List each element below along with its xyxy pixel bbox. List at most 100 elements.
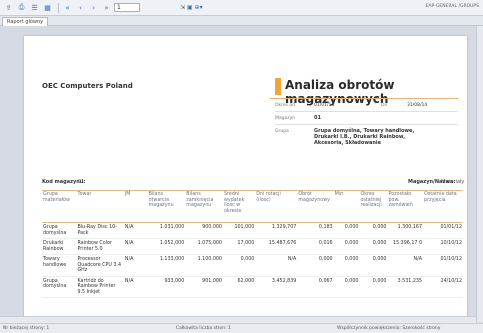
table-row[interactable]: Grupa domyślna Blu-Ray Disc 10-Pack N/A … xyxy=(42,222,463,239)
cell-min: 0,000 xyxy=(333,254,360,277)
cell-turnover: 0,067 xyxy=(297,276,334,298)
table-row[interactable]: Grupa domyślna Kartridż do Rainbow Print… xyxy=(42,276,463,298)
col-header[interactable]: Ostatnia data przyjęcia xyxy=(423,190,463,223)
cell-period: 0,000 xyxy=(359,238,388,255)
cell-min: 0,000 xyxy=(333,276,360,298)
cell-turnover: 0,016 xyxy=(297,238,334,255)
cell-rotation-days: N/A xyxy=(255,254,298,277)
date-from-label: Okres od xyxy=(275,103,296,108)
cell-group: Towary handlowe xyxy=(42,254,77,277)
turnover-table: Grupa materiałów Towar JM Bilans otwarci… xyxy=(42,190,463,298)
cell-last-date: 01/10/12 xyxy=(423,254,463,277)
cell-closing: 1.100,000 xyxy=(185,254,223,277)
cell-avg-issue: 101,000 xyxy=(222,222,256,239)
status-total-pages: Całkowita liczba stron: 1 xyxy=(176,326,231,331)
resize-icon[interactable]: ⇲ xyxy=(180,4,185,11)
cell-remaining: 3.531,235 xyxy=(387,276,424,298)
meta-divider xyxy=(275,124,458,125)
cell-closing: 1.075,000 xyxy=(185,238,223,255)
toolbar-tools: ⇲ ▣ ⊕▾ xyxy=(180,4,203,11)
cell-item: Rainbow Color Printer 5.0 xyxy=(76,238,124,255)
col-header[interactable]: Bilans otwarcia magazynu xyxy=(147,190,186,223)
groups-value: Grupa domyślna, Towary handlowe, Drukark… xyxy=(314,128,415,146)
cell-period: 0,000 xyxy=(359,222,388,239)
col-header[interactable]: Bilans zamknięcia magazynu xyxy=(185,190,223,223)
cell-turnover: 0,183 xyxy=(297,222,334,239)
col-header[interactable]: Min xyxy=(333,190,360,223)
cell-avg-issue: 62,000 xyxy=(222,276,256,298)
date-to-label: Do xyxy=(381,103,388,108)
cell-item: Blu-Ray Disc 10-Pack xyxy=(76,222,124,239)
binoculars-icon[interactable]: ▣ xyxy=(187,4,193,11)
meta-divider xyxy=(275,111,458,112)
previous-page-icon[interactable]: ‹ xyxy=(75,2,86,13)
zoom-icon[interactable]: ⊕▾ xyxy=(195,4,203,11)
date-to-value: 31/08/14 xyxy=(407,103,428,108)
report-toolbar: ⇪ ⎙ ☰ ▦ « ‹ › » 1 ⇲ ▣ ⊕▾ EAP-GENERAL /GR… xyxy=(0,0,483,16)
col-header[interactable]: Okres ostatniej realizacji xyxy=(359,190,388,223)
cell-group: Drukarki Rainbow xyxy=(42,238,77,255)
table-row[interactable]: Towary handlowe Processor Quadcore CPU 3… xyxy=(42,254,463,277)
col-header[interactable]: Pozostało pow. zamówień xyxy=(387,190,424,223)
cell-avg-issue: 0,000 xyxy=(222,254,256,277)
horizontal-scrollbar[interactable] xyxy=(0,316,476,323)
cell-item: Processor Quadcore CPU 3.4 GHz xyxy=(76,254,124,277)
cell-avg-issue: 17,000 xyxy=(222,238,256,255)
cell-opening: 1.031,000 xyxy=(147,222,186,239)
table-row[interactable]: Drukarki Rainbow Rainbow Color Printer 5… xyxy=(42,238,463,255)
report-page: OEC Computers Poland Analiza obrotów mag… xyxy=(24,36,467,318)
page-number-input[interactable]: 1 xyxy=(114,3,140,12)
cell-unit: N/A xyxy=(123,254,148,277)
status-current-page: Nr bieżącej strony: 1 xyxy=(3,326,50,331)
warehouse-label: Magazyn xyxy=(275,116,296,121)
col-header[interactable]: JM xyxy=(123,190,148,223)
next-page-icon[interactable]: › xyxy=(88,2,99,13)
col-header[interactable]: Średni wydatek ilość w okresie xyxy=(222,190,256,223)
cell-item: Kartridż do Rainbow Printer 9.5 Inkjet xyxy=(76,276,124,298)
company-name: OEC Computers Poland xyxy=(42,82,133,90)
status-bar: Nr bieżącej strony: 1 Całkowita liczba s… xyxy=(0,323,483,333)
cell-group: Grupa domyślna xyxy=(42,276,77,298)
col-header[interactable]: Towar xyxy=(76,190,124,223)
cell-rotation-days: 3.452,839 xyxy=(255,276,298,298)
col-header[interactable]: Grupa materiałów xyxy=(42,190,77,223)
tab-main-report[interactable]: Raport główny xyxy=(2,17,49,26)
date-from-value: 01/01/14 xyxy=(314,103,335,108)
cell-period: 0,000 xyxy=(359,276,388,298)
cell-last-date: 24/10/12 xyxy=(423,276,463,298)
cell-remaining: 1.300,167 xyxy=(387,222,424,239)
group-tree-icon[interactable]: ☰ xyxy=(29,2,40,13)
cell-last-date: 01/01/12 xyxy=(423,222,463,239)
cell-period: 0,000 xyxy=(359,254,388,277)
report-title: Analiza obrotów magazynowych xyxy=(285,78,395,106)
warehouse-value: 01 xyxy=(314,115,321,121)
cell-group: Grupa domyślna xyxy=(42,222,77,239)
groups-label: Grupa xyxy=(275,129,289,134)
export-icon[interactable]: ⇪ xyxy=(3,2,14,13)
report-source-label: EAP-GENERAL /GROUPS xyxy=(425,4,479,9)
cell-last-date: 10/10/12 xyxy=(423,238,463,255)
col-header[interactable]: Obrót magazynowy xyxy=(297,190,334,223)
cell-rotation-days: 1.329,707 xyxy=(255,222,298,239)
first-page-icon[interactable]: « xyxy=(62,2,73,13)
table-header-row: Grupa materiałów Towar JM Bilans otwarci… xyxy=(42,190,463,223)
cell-remaining: N/A xyxy=(387,254,424,277)
status-zoom: Współczynnik powiększenia: Szerokość str… xyxy=(337,326,441,331)
cell-rotation-days: 15.487,676 xyxy=(255,238,298,255)
title-accent xyxy=(275,78,281,95)
vertical-scrollbar[interactable] xyxy=(476,26,483,322)
cell-opening: 933,000 xyxy=(147,276,186,298)
warehouse-name-value: Materiały xyxy=(441,179,465,185)
cell-min: 0,000 xyxy=(333,222,360,239)
cell-unit: N/A xyxy=(123,238,148,255)
cell-opening: 1.052,000 xyxy=(147,238,186,255)
warehouse-code-value: 01 xyxy=(78,179,85,185)
tab-strip: Raport główny xyxy=(0,16,483,26)
parameters-icon[interactable]: ▦ xyxy=(42,2,53,13)
print-icon[interactable]: ⎙ xyxy=(16,2,27,13)
title-divider xyxy=(270,98,458,99)
cell-remaining: 15.396,17 0 xyxy=(387,238,424,255)
last-page-icon[interactable]: » xyxy=(101,2,112,13)
col-header[interactable]: Dni rotacji (ilość) xyxy=(255,190,298,223)
cell-min: 0,000 xyxy=(333,238,360,255)
